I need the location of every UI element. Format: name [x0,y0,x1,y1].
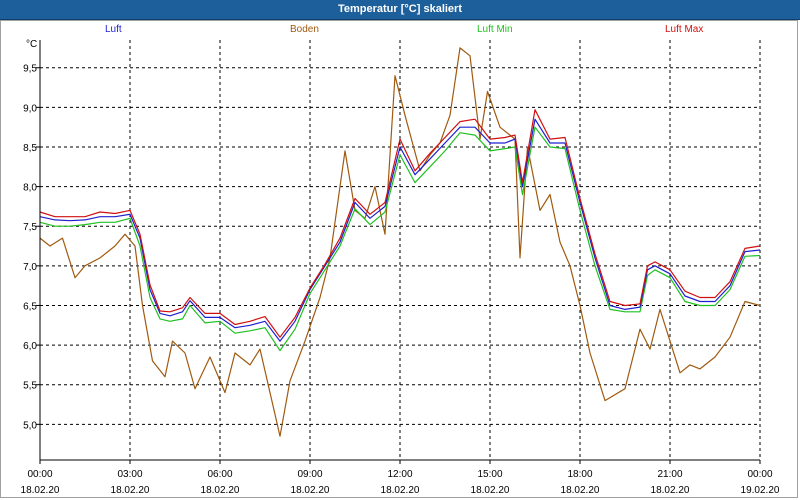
x-tick-date: 18.02.20 [381,485,420,496]
x-tick-date: 18.02.20 [291,485,330,496]
y-tick-label: 9,5 [23,64,37,75]
x-tick-date: 18.02.20 [201,485,240,496]
y-tick-label: 9,0 [23,103,37,114]
x-tick-time: 18:00 [567,469,592,480]
y-tick-label: 8,5 [23,143,37,154]
x-tick-date: 18.02.20 [471,485,510,496]
x-tick-time: 00:00 [27,469,52,480]
x-tick-date: 18.02.20 [21,485,60,496]
x-tick-time: 15:00 [477,469,502,480]
x-tick-time: 09:00 [297,469,322,480]
x-tick-date: 19.02.20 [741,485,780,496]
y-tick-label: 5,0 [23,420,37,431]
x-tick-date: 18.02.20 [111,485,150,496]
x-tick-time: 03:00 [117,469,142,480]
x-tick-time: 21:00 [657,469,682,480]
temperature-chart: 5,0 5,5 6,0 6,5 7,0 7,5 8,0 8,5 9,0 9,5 00:00 18.02… [21,40,780,496]
x-tick-date: 18.02.20 [561,485,600,496]
x-tick-time: 00:00 [747,469,772,480]
y-tick-label: 6,5 [23,301,37,312]
y-tick-label: 7,0 [23,262,37,273]
y-tick-label: 6,0 [23,341,37,352]
x-tick-date: 18.02.20 [651,485,690,496]
y-tick-label: 8,0 [23,183,37,194]
y-tick-label: 7,5 [23,222,37,233]
x-tick-time: 06:00 [207,469,232,480]
series-line-luft [39,118,761,342]
y-tick-label: 5,5 [23,381,37,392]
x-tick-time: 12:00 [387,469,412,480]
